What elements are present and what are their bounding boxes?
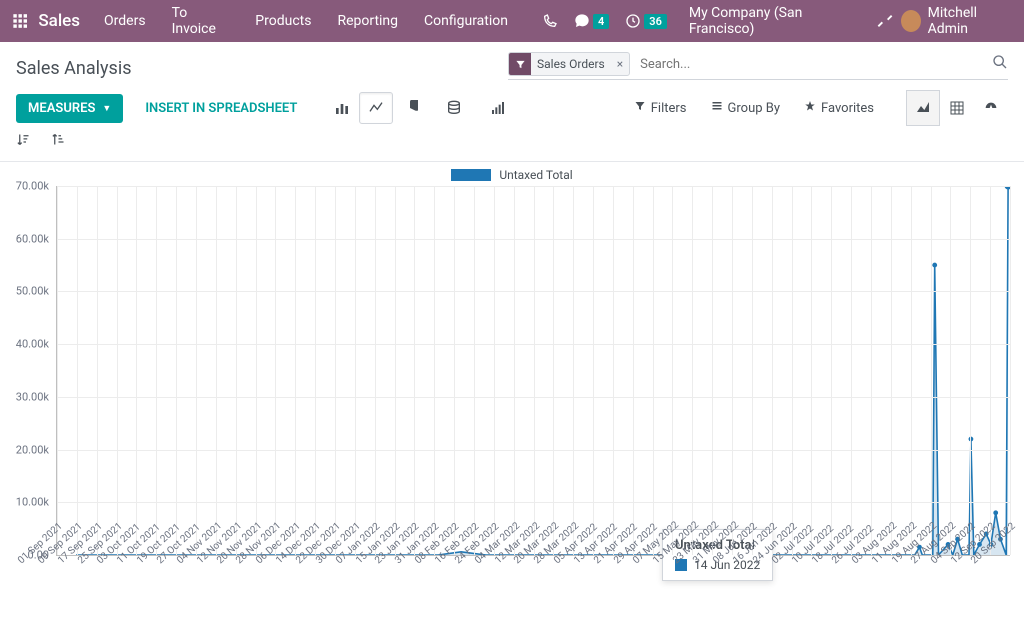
bar-chart-button[interactable] — [325, 92, 359, 124]
filters-label: Filters — [651, 101, 687, 116]
chart-plot[interactable]: 0.0010.00k20.00k30.00k40.00k50.00k60.00k… — [56, 186, 1010, 556]
search-bar[interactable]: Sales Orders × — [508, 52, 1008, 80]
nav-orders[interactable]: Orders — [104, 13, 146, 29]
search-icon[interactable] — [992, 54, 1008, 74]
apps-icon[interactable] — [12, 12, 28, 30]
nav-reporting[interactable]: Reporting — [337, 13, 398, 29]
y-tick: 10.00k — [16, 496, 49, 509]
pivot-view-button[interactable] — [940, 90, 974, 126]
chat-badge: 4 — [593, 14, 609, 29]
y-tick: 20.00k — [16, 443, 49, 456]
facet-label: Sales Orders — [531, 57, 611, 71]
view-switcher — [906, 90, 1008, 126]
sort-row — [0, 126, 1024, 162]
star-icon — [804, 100, 816, 116]
funnel-icon — [634, 100, 646, 116]
cumulative-button[interactable] — [481, 92, 515, 124]
layers-icon — [711, 100, 723, 116]
top-nav: Sales Orders To Invoice Products Reporti… — [0, 0, 1024, 42]
y-tick: 70.00k — [16, 180, 49, 193]
graph-view-button[interactable] — [906, 90, 940, 126]
chart-area: Untaxed Total 0.0010.00k20.00k30.00k40.0… — [0, 162, 1024, 612]
nav-products[interactable]: Products — [255, 13, 311, 29]
sort-desc-button[interactable] — [16, 132, 31, 151]
pie-chart-button[interactable] — [393, 92, 427, 124]
filter-icon — [509, 53, 531, 75]
app-brand[interactable]: Sales — [38, 11, 80, 31]
caret-down-icon: ▼ — [102, 103, 111, 114]
avatar — [901, 10, 921, 32]
insert-spreadsheet-button[interactable]: INSERT IN SPREADSHEET — [133, 94, 309, 123]
user-menu[interactable]: Mitchell Admin — [901, 5, 1012, 37]
user-name: Mitchell Admin — [928, 5, 1012, 37]
line-chart-button[interactable] — [359, 92, 393, 124]
tools-icon[interactable] — [877, 13, 893, 29]
company-selector[interactable]: My Company (San Francisco) — [689, 5, 855, 37]
nav-to-invoice[interactable]: To Invoice — [172, 5, 230, 37]
clock-badge: 36 — [644, 14, 667, 29]
y-tick: 40.00k — [16, 338, 49, 351]
measures-button[interactable]: MEASURES ▼ — [16, 94, 123, 123]
search-input[interactable] — [636, 54, 992, 75]
sort-asc-button[interactable] — [51, 132, 66, 151]
y-axis: 0.0010.00k20.00k30.00k40.00k50.00k60.00k… — [9, 186, 53, 555]
nav-configuration[interactable]: Configuration — [424, 13, 508, 29]
control-panel: Sales Analysis Sales Orders × MEASURES ▼… — [0, 42, 1024, 126]
y-tick: 50.00k — [16, 285, 49, 298]
y-tick: 30.00k — [16, 390, 49, 403]
dashboard-view-button[interactable] — [974, 90, 1008, 126]
phone-icon[interactable] — [542, 13, 558, 29]
page-title: Sales Analysis — [16, 52, 131, 79]
chat-icon[interactable]: 4 — [574, 13, 609, 29]
chart-type-group — [325, 92, 515, 124]
filters-button[interactable]: Filters — [624, 94, 697, 122]
legend-label: Untaxed Total — [499, 168, 572, 182]
measures-label: MEASURES — [28, 101, 95, 116]
favorites-button[interactable]: Favorites — [794, 94, 884, 122]
chart-legend[interactable]: Untaxed Total — [8, 168, 1016, 182]
group-by-label: Group By — [728, 101, 781, 116]
y-tick: 60.00k — [16, 232, 49, 245]
clock-icon[interactable]: 36 — [625, 13, 667, 29]
stacked-button[interactable] — [437, 92, 471, 124]
legend-swatch — [451, 169, 491, 181]
favorites-label: Favorites — [821, 101, 874, 116]
facet-remove[interactable]: × — [611, 57, 629, 71]
group-by-button[interactable]: Group By — [701, 94, 791, 122]
search-facet: Sales Orders × — [508, 52, 630, 76]
x-axis: 01 Sep 202109 Sep 202117 Sep 202125 Sep … — [56, 556, 1010, 612]
